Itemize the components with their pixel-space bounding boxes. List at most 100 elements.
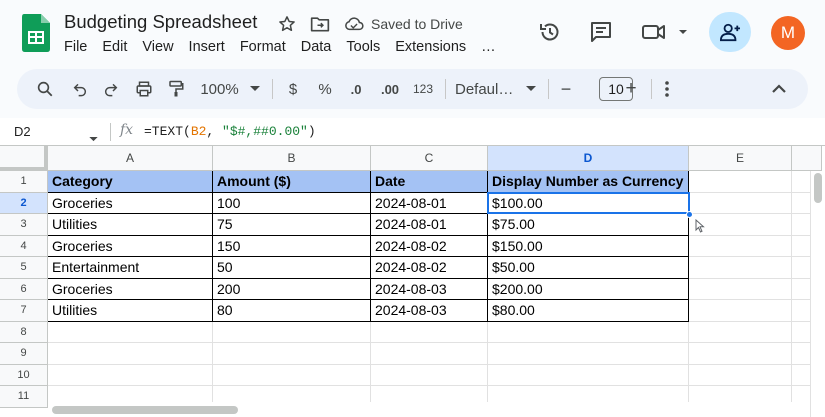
more-formats-button[interactable]: 123 [410, 69, 436, 109]
empty-cell[interactable] [689, 300, 792, 322]
decrease-font-size-button[interactable]: − [557, 69, 575, 109]
row-header-5[interactable]: 5 [0, 257, 48, 279]
percent-format-button[interactable]: % [314, 69, 336, 109]
name-box[interactable]: D2 [14, 124, 31, 139]
version-history-icon[interactable] [532, 14, 568, 50]
menu-tools[interactable]: Tools [346, 39, 380, 55]
table-cell[interactable]: 2024-08-01 [371, 214, 488, 236]
increase-decimal-button[interactable]: .00 [377, 69, 403, 109]
row-header-11[interactable]: 11 [0, 386, 48, 408]
sheets-logo-icon[interactable] [22, 14, 50, 52]
row-header-8[interactable]: 8 [0, 321, 48, 343]
formula-input[interactable]: =TEXT(B2, "$#,##0.00") [144, 124, 316, 139]
table-cell[interactable]: 80 [213, 300, 371, 322]
table-header-cell[interactable]: Display Number as Currency [488, 171, 689, 193]
search-menus-icon[interactable] [33, 69, 57, 109]
paint-format-icon[interactable] [165, 69, 187, 109]
increase-font-size-button[interactable]: + [622, 69, 640, 109]
cloud-saved-icon[interactable] [344, 14, 364, 34]
collapse-toolbar-icon[interactable] [769, 69, 789, 109]
empty-cell[interactable] [689, 235, 792, 257]
table-cell[interactable]: $150.00 [488, 235, 689, 257]
share-button[interactable] [709, 12, 751, 52]
table-cell[interactable]: Entertainment [48, 257, 213, 279]
spreadsheet-grid[interactable]: A B C D E 1 2 3 4 5 6 7 8 9 10 11 Category Amount ($) Date… [0, 146, 825, 417]
star-icon[interactable] [277, 14, 297, 34]
menu-insert[interactable]: Insert [189, 39, 225, 55]
currency-format-button[interactable]: $ [283, 69, 303, 109]
table-cell[interactable]: 2024-08-01 [371, 192, 488, 214]
menu-file[interactable]: File [64, 39, 87, 55]
table-cell[interactable]: 200 [213, 278, 371, 300]
table-cell[interactable]: 2024-08-02 [371, 257, 488, 279]
table-cell[interactable]: $75.00 [488, 214, 689, 236]
table-cell[interactable]: Utilities [48, 300, 213, 322]
menu-edit[interactable]: Edit [102, 39, 127, 55]
menu-data[interactable]: Data [301, 39, 332, 55]
empty-cell[interactable] [689, 321, 792, 343]
empty-cell[interactable] [48, 364, 213, 386]
horizontal-scroll-thumb[interactable] [52, 406, 238, 414]
table-cell[interactable]: 75 [213, 214, 371, 236]
table-header-cell[interactable]: Category [48, 171, 213, 193]
table-cell[interactable]: 50 [213, 257, 371, 279]
empty-cell[interactable] [689, 278, 792, 300]
empty-cell[interactable] [48, 321, 213, 343]
zoom-caret-icon[interactable] [248, 69, 262, 109]
menu-view[interactable]: View [142, 39, 173, 55]
name-box-caret-icon[interactable] [89, 129, 98, 147]
move-folder-icon[interactable] [310, 14, 330, 34]
row-header-10[interactable]: 10 [0, 364, 48, 386]
empty-cell[interactable] [371, 321, 488, 343]
vertical-scrollbar[interactable] [810, 171, 825, 417]
redo-icon[interactable] [100, 69, 122, 109]
table-cell[interactable]: 150 [213, 235, 371, 257]
table-cell[interactable]: Groceries [48, 278, 213, 300]
empty-cell[interactable] [689, 171, 792, 193]
meet-video-icon[interactable] [638, 14, 690, 50]
empty-cell[interactable] [488, 343, 689, 365]
menu-extensions[interactable]: Extensions [395, 39, 466, 55]
document-title[interactable]: Budgeting Spreadsheet [64, 11, 257, 33]
row-header-1[interactable]: 1 [0, 171, 48, 193]
avatar[interactable]: M [771, 16, 805, 50]
column-header-f[interactable] [792, 146, 822, 171]
comments-icon[interactable] [583, 14, 619, 50]
empty-cell[interactable] [689, 364, 792, 386]
empty-cell[interactable] [371, 364, 488, 386]
font-family-select[interactable]: Defaul… [455, 69, 523, 109]
row-header-2[interactable]: 2 [0, 192, 48, 214]
more-options-icon[interactable] [660, 69, 674, 109]
vertical-scroll-thumb[interactable] [814, 173, 822, 203]
decrease-decimal-button[interactable]: .0 [344, 69, 368, 109]
table-cell[interactable]: 100 [213, 192, 371, 214]
select-all-corner[interactable] [0, 146, 48, 171]
table-cell[interactable]: Utilities [48, 214, 213, 236]
undo-icon[interactable] [69, 69, 91, 109]
table-cell[interactable]: $80.00 [488, 300, 689, 322]
table-header-cell[interactable]: Date [371, 171, 488, 193]
fill-handle[interactable] [686, 211, 693, 218]
column-header-d[interactable]: D [488, 146, 689, 171]
table-cell[interactable]: 2024-08-03 [371, 300, 488, 322]
empty-cell[interactable] [689, 192, 792, 214]
table-cell[interactable]: Groceries [48, 235, 213, 257]
table-cell[interactable]: Groceries [48, 192, 213, 214]
table-header-cell[interactable]: Amount ($) [213, 171, 371, 193]
menu-format[interactable]: Format [240, 39, 286, 55]
font-caret-icon[interactable] [524, 69, 538, 109]
menu-more[interactable]: … [481, 39, 496, 55]
empty-cell[interactable] [371, 343, 488, 365]
empty-cell[interactable] [689, 343, 792, 365]
row-header-6[interactable]: 6 [0, 278, 48, 300]
column-header-c[interactable]: C [371, 146, 488, 171]
empty-cell[interactable] [488, 364, 689, 386]
empty-cell[interactable] [48, 343, 213, 365]
empty-cell[interactable] [488, 321, 689, 343]
row-header-3[interactable]: 3 [0, 214, 48, 236]
table-cell[interactable]: 2024-08-02 [371, 235, 488, 257]
row-header-9[interactable]: 9 [0, 343, 48, 365]
table-cell[interactable]: 2024-08-03 [371, 278, 488, 300]
row-header-7[interactable]: 7 [0, 300, 48, 322]
empty-cell[interactable] [213, 321, 371, 343]
